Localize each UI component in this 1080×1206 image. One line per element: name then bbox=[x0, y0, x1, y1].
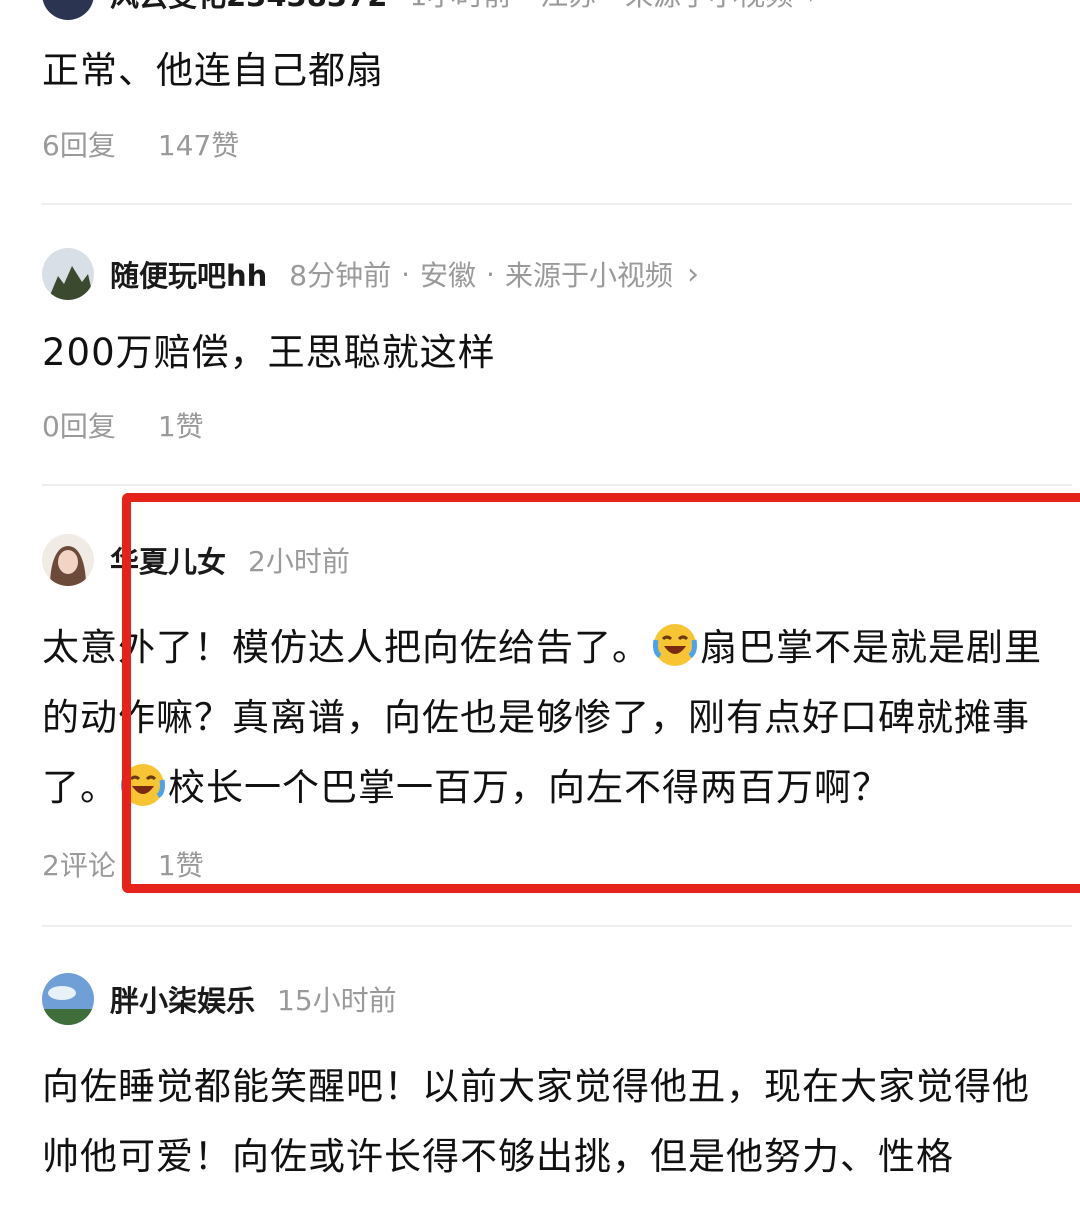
timestamp: 2小时前 bbox=[248, 545, 350, 578]
separator-dot: · bbox=[521, 0, 530, 11]
like-count[interactable]: 1赞 bbox=[158, 405, 204, 445]
username[interactable]: 随便玩吧hh bbox=[110, 253, 267, 295]
comment-header: 华夏儿女 2小时前 bbox=[42, 532, 350, 588]
source-link[interactable]: 来源于小视频 bbox=[505, 254, 673, 294]
comment-stats: 2评论 1赞 bbox=[42, 844, 204, 884]
separator-dot: · bbox=[401, 257, 411, 291]
comment-meta: 15小时前 bbox=[277, 979, 397, 1019]
reply-count[interactable]: 6回复 bbox=[42, 124, 116, 164]
timestamp: 1小时前 bbox=[409, 0, 511, 14]
comment-text: 正常、他连自己都扇 bbox=[42, 49, 384, 92]
avatar[interactable] bbox=[42, 248, 94, 300]
separator-dot: · bbox=[606, 0, 615, 11]
comment-text: 200万赔偿，王思聪就这样 bbox=[42, 331, 496, 374]
chevron-right-icon[interactable]: › bbox=[687, 257, 699, 292]
username[interactable]: 胖小柒娱乐 bbox=[110, 978, 255, 1020]
username[interactable]: 风云变化23438372 bbox=[110, 0, 387, 15]
avatar[interactable] bbox=[42, 973, 94, 1025]
divider bbox=[42, 484, 1072, 486]
divider bbox=[42, 925, 1072, 927]
like-count[interactable]: 147赞 bbox=[158, 124, 239, 164]
timestamp: 8分钟前 bbox=[289, 259, 392, 292]
chevron-right-icon[interactable]: › bbox=[807, 0, 819, 12]
divider bbox=[42, 203, 1072, 205]
source-link[interactable]: 来源于小视频 bbox=[625, 0, 793, 14]
username[interactable]: 华夏儿女 bbox=[110, 539, 226, 581]
avatar[interactable] bbox=[42, 534, 94, 586]
like-count[interactable]: 1赞 bbox=[158, 844, 204, 884]
comment-header: 胖小柒娱乐 15小时前 bbox=[42, 971, 397, 1027]
comment-stats: 6回复 147赞 bbox=[42, 124, 239, 164]
comment-text: 太意外了！模仿达人把向佐给告了。 扇巴掌不是就是剧里的动作嘛？真离谱，向佐也是够惨… bbox=[42, 613, 1052, 823]
comment-stats: 0回复 1赞 bbox=[42, 405, 204, 445]
crying-laughing-emoji-icon bbox=[121, 764, 165, 806]
crying-laughing-emoji-icon bbox=[653, 624, 697, 666]
reply-count[interactable]: 0回复 bbox=[42, 405, 116, 445]
comment-header: 随便玩吧hh 8分钟前 · 安徽 · 来源于小视频 › bbox=[42, 246, 699, 302]
separator-dot: · bbox=[486, 257, 495, 291]
timestamp: 15小时前 bbox=[277, 984, 397, 1017]
comment-meta: 1小时前 · 江苏 · 来源于小视频 › bbox=[409, 0, 819, 14]
comment-count[interactable]: 2评论 bbox=[42, 844, 116, 884]
avatar[interactable] bbox=[42, 0, 94, 20]
location: 江苏 bbox=[540, 0, 596, 14]
comment-text: 向佐睡觉都能笑醒吧！以前大家觉得他丑，现在大家觉得他帅他可爱！向佐或许长得不够出… bbox=[42, 1065, 1030, 1178]
comment-text-part: 太意外了！模仿达人把向佐给告了。 bbox=[42, 626, 650, 669]
comment-header: 风云变化23438372 1小时前 · 江苏 · 来源于小视频 › bbox=[42, 0, 819, 22]
location: 安徽 bbox=[420, 259, 477, 292]
comment-text-part: 校长一个巴掌一百万，向左不得两百万啊？ bbox=[168, 766, 890, 809]
comment-meta: 2小时前 bbox=[248, 540, 350, 580]
comment-meta: 8分钟前 · 安徽 · 来源于小视频 › bbox=[289, 254, 699, 294]
